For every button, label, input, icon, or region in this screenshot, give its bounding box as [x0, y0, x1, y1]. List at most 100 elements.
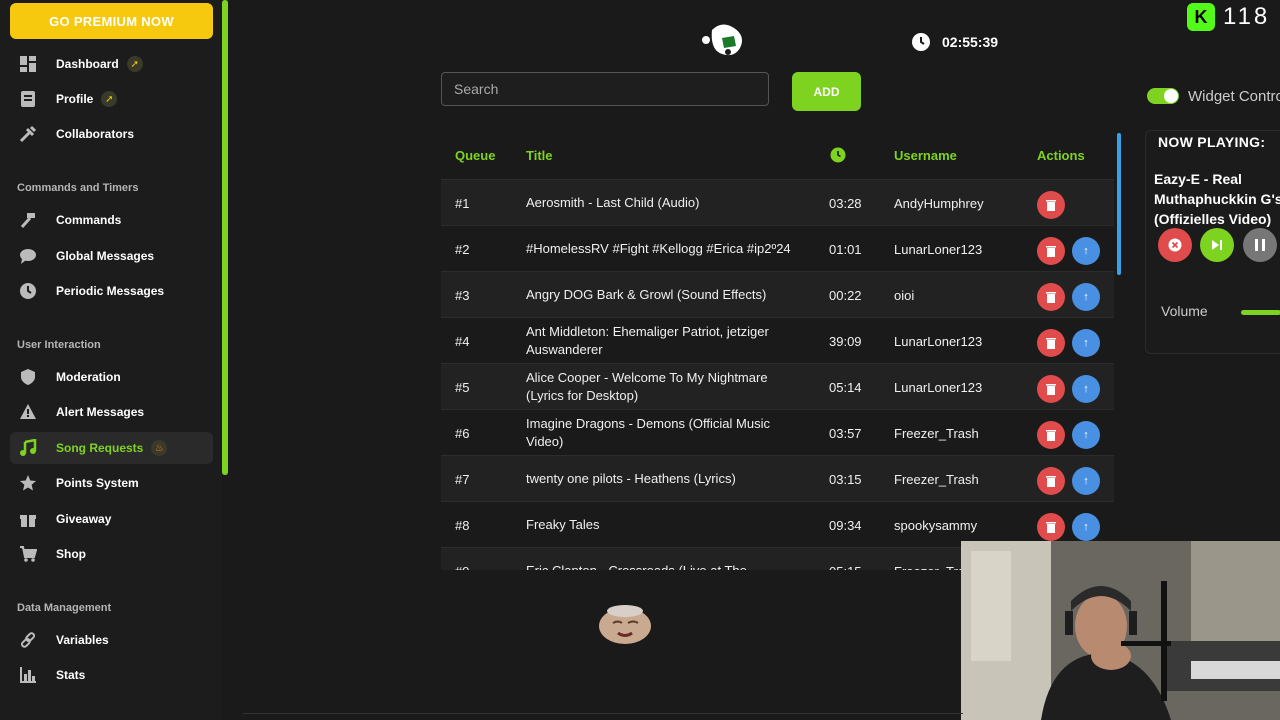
toggle-knob [1164, 89, 1178, 103]
queue-cell: #4 [455, 333, 470, 349]
queue-cell: #9 [455, 548, 469, 571]
title-cell: twenty one pilots - Heathens (Lyrics) [526, 471, 736, 486]
duration-cell: 09:34 [829, 517, 862, 533]
delete-button[interactable] [1037, 513, 1065, 541]
rocket-icon: ➚ [126, 56, 143, 72]
username-cell: LunarLoner123 [894, 379, 983, 395]
now-playing-song: Eazy-E - Real Muthaphuckkin G's (Offizie… [1154, 171, 1280, 227]
dashboard-icon [18, 54, 38, 74]
sidebar-item-collaborators[interactable]: Collaborators [10, 118, 213, 150]
username-cell: Freezer_Trash [894, 425, 979, 441]
duration-cell: 05:15 [829, 548, 862, 571]
title-cell: Ant Middleton: Ehemaliger Patriot, jetzi… [526, 324, 769, 357]
sidebar-item-label: Profile [56, 92, 94, 106]
sidebar-item-periodic-messages[interactable]: Periodic Messages [10, 275, 213, 307]
delete-button[interactable] [1037, 283, 1065, 311]
table-header: Queue Title Username Actions [441, 133, 1114, 179]
title-cell: Alice Cooper - Welcome To My Nightmare (… [526, 370, 768, 403]
sidebar-item-global-messages[interactable]: Global Messages [10, 240, 213, 272]
delete-button[interactable] [1037, 421, 1065, 449]
duration-cell: 03:57 [829, 425, 862, 441]
sidebar-scrollbar[interactable] [222, 0, 228, 475]
sidebar-item-commands[interactable]: Commands [10, 204, 213, 236]
duration-cell: 01:01 [829, 241, 862, 257]
sidebar-item-points-system[interactable]: Points System [10, 467, 213, 499]
section-data-management: Data Management [17, 602, 112, 614]
duration-cell: 05:14 [829, 379, 862, 395]
next-track-button[interactable] [1200, 228, 1234, 262]
skip-remove-button[interactable] [1158, 228, 1192, 262]
sidebar-item-moderation[interactable]: Moderation [10, 361, 213, 393]
header-title: Title [526, 148, 553, 163]
move-up-button[interactable]: ↑ [1072, 421, 1100, 449]
volume-slider[interactable] [1241, 310, 1280, 315]
widget-controls-toggle[interactable] [1147, 88, 1179, 104]
queue-cell: #1 [455, 195, 470, 211]
sidebar-item-label: Moderation [56, 370, 121, 384]
sidebar-item-stats[interactable]: Stats [10, 659, 213, 691]
viewer-count: 118 [1223, 3, 1271, 30]
table-scrollbar[interactable] [1117, 133, 1121, 275]
queue-cell: #5 [455, 379, 470, 395]
duration-cell: 03:15 [829, 471, 862, 487]
sidebar-item-label: Global Messages [56, 249, 155, 263]
delete-button[interactable] [1037, 237, 1065, 265]
warning-icon [18, 402, 38, 422]
cart-icon [18, 544, 38, 564]
sidebar-item-giveaway[interactable]: Giveaway [10, 503, 213, 535]
fire-icon: ♨ [151, 440, 168, 456]
trash-icon [1046, 383, 1056, 395]
sidebar-item-alert-messages[interactable]: Alert Messages [10, 396, 213, 428]
sidebar-item-label: Collaborators [56, 127, 135, 141]
sidebar: GO PREMIUM NOW Dashboard ➚ Profile ➚ Col… [0, 0, 222, 720]
delete-button[interactable] [1037, 329, 1065, 357]
stream-timer: 02:55:39 [912, 33, 998, 51]
trash-icon [1046, 475, 1056, 487]
collaborators-icon [18, 124, 38, 144]
move-up-button[interactable]: ↑ [1072, 513, 1100, 541]
sidebar-item-variables[interactable]: Variables [10, 624, 213, 656]
header-actions: Actions [1037, 148, 1085, 163]
queue-cell: #3 [455, 287, 470, 303]
music-icon [18, 438, 38, 458]
trash-icon [1046, 245, 1056, 257]
link-icon [18, 630, 38, 650]
title-cell: Angry DOG Bark & Growl (Sound Effects) [526, 287, 767, 302]
sidebar-item-label: Stats [56, 668, 86, 682]
sidebar-item-song-requests[interactable]: Song Requests ♨ [10, 432, 213, 464]
section-user-interaction: User Interaction [17, 339, 101, 351]
hammer-icon [18, 210, 38, 230]
section-commands-timers: Commands and Timers [17, 182, 139, 194]
table-row: #3 Angry DOG Bark & Growl (Sound Effects… [441, 271, 1114, 318]
queue-cell: #2 [455, 241, 470, 257]
app-logo [700, 22, 748, 60]
add-button[interactable]: ADD [792, 72, 861, 111]
sidebar-item-profile[interactable]: Profile ➚ [10, 83, 213, 115]
move-up-button[interactable]: ↑ [1072, 283, 1100, 311]
username-cell: AndyHumphrey [894, 195, 984, 211]
sidebar-item-label: Dashboard [56, 57, 119, 71]
table-row: #6 Imagine Dragons - Demons (Official Mu… [441, 409, 1114, 456]
sidebar-scrollbar-thumb[interactable] [222, 0, 228, 475]
search-input[interactable] [441, 72, 769, 106]
sidebar-item-shop[interactable]: Shop [10, 538, 213, 570]
sidebar-item-dashboard[interactable]: Dashboard ➚ [10, 48, 213, 80]
move-up-button[interactable]: ↑ [1072, 237, 1100, 265]
move-up-button[interactable]: ↑ [1072, 467, 1100, 495]
move-up-button[interactable]: ↑ [1072, 375, 1100, 403]
delete-button[interactable] [1037, 191, 1065, 219]
delete-button[interactable] [1037, 375, 1065, 403]
pause-icon [1255, 239, 1265, 251]
move-up-button[interactable]: ↑ [1072, 329, 1100, 357]
trash-icon [1046, 521, 1056, 533]
face-emote [598, 605, 652, 647]
profile-icon [18, 89, 38, 109]
delete-button[interactable] [1037, 467, 1065, 495]
go-premium-button[interactable]: GO PREMIUM NOW [10, 3, 213, 39]
star-icon [18, 473, 38, 493]
duration-cell: 03:28 [829, 195, 862, 211]
username-cell: oioi [894, 287, 915, 303]
clock-icon [18, 281, 38, 301]
pause-button[interactable] [1243, 228, 1277, 262]
title-cell: Aerosmith - Last Child (Audio) [526, 195, 700, 210]
